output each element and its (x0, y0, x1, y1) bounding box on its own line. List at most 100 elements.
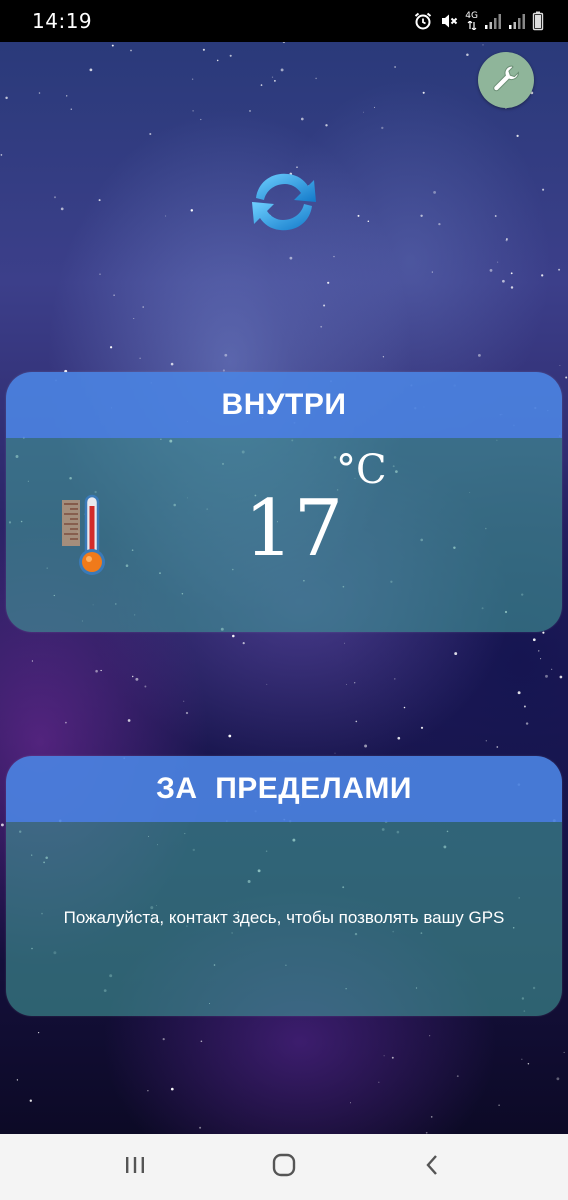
star (558, 268, 561, 271)
star (0, 154, 3, 156)
star (545, 674, 548, 678)
status-icons: 4G (413, 11, 544, 31)
back-icon (421, 1153, 445, 1182)
star (556, 1077, 560, 1081)
mute-icon (439, 11, 459, 31)
star (541, 274, 544, 277)
outside-card[interactable]: ЗА ПРЕДЕЛАМИ Пожалуйста, контакт здесь, … (6, 756, 562, 1016)
star (280, 68, 284, 72)
star (131, 675, 134, 678)
star (357, 214, 360, 217)
star (542, 188, 545, 191)
star (525, 722, 529, 725)
star (135, 677, 139, 681)
star (482, 44, 484, 46)
back-button[interactable] (403, 1137, 463, 1197)
star (325, 124, 328, 127)
star (199, 1126, 202, 1129)
star (127, 719, 131, 722)
star (170, 362, 174, 366)
star (170, 1087, 174, 1091)
star (192, 110, 194, 112)
star (162, 1038, 165, 1041)
star (496, 746, 499, 748)
star (363, 111, 364, 113)
star (16, 1079, 19, 1081)
outside-card-title: ЗА ПРЕДЕЛАМИ (156, 772, 412, 805)
network-4g-icon: 4G (465, 12, 478, 30)
home-icon (271, 1152, 297, 1183)
star (266, 683, 268, 685)
alarm-icon (413, 11, 433, 31)
refresh-icon (246, 173, 322, 244)
star (66, 95, 68, 97)
star (232, 634, 235, 638)
star (510, 286, 514, 289)
star (494, 215, 497, 217)
star (521, 1058, 523, 1060)
star (433, 191, 436, 194)
star (430, 1116, 433, 1118)
star (394, 678, 396, 680)
star (422, 91, 425, 94)
star (271, 76, 274, 78)
star (200, 118, 202, 121)
home-button[interactable] (254, 1137, 314, 1197)
star (144, 685, 147, 688)
star (532, 638, 536, 642)
star (420, 214, 423, 217)
gps-permission-message[interactable]: Пожалуйста, контакт здесь, чтобы позволя… (6, 908, 562, 928)
star (559, 365, 561, 367)
star (559, 675, 563, 679)
star (391, 1056, 394, 1059)
star (216, 59, 219, 62)
star (65, 721, 67, 724)
star (344, 642, 345, 644)
star (354, 682, 356, 684)
star (190, 209, 194, 212)
network-label: 4G (465, 11, 478, 21)
star (289, 256, 293, 260)
star (89, 68, 93, 72)
star (31, 660, 33, 662)
star (397, 736, 401, 740)
star (60, 207, 64, 211)
star (95, 669, 98, 673)
star (0, 823, 4, 827)
signal-icon-2 (508, 12, 526, 30)
star (29, 1099, 32, 1102)
refresh-button[interactable] (246, 164, 322, 240)
star (320, 325, 323, 328)
star (551, 668, 553, 670)
wrench-icon (489, 61, 523, 100)
star (98, 199, 101, 202)
star (99, 273, 101, 275)
star (516, 134, 519, 138)
star (485, 740, 487, 742)
status-bar: 14:19 4G (0, 0, 568, 42)
star (147, 1090, 149, 1092)
star (538, 650, 540, 652)
star (420, 726, 424, 729)
outside-card-body[interactable]: Пожалуйста, контакт здесь, чтобы позволя… (6, 822, 562, 1016)
star (431, 271, 433, 273)
star (383, 1055, 385, 1057)
star (498, 1104, 500, 1106)
star (333, 255, 335, 258)
outside-card-header: ЗА ПРЕДЕЛАМИ (6, 756, 562, 822)
inside-card: ВНУТРИ 17 °C (6, 372, 562, 632)
star (517, 691, 521, 695)
star (315, 77, 317, 80)
star (111, 44, 114, 47)
star (165, 215, 167, 217)
star (378, 1081, 380, 1083)
star (5, 96, 8, 100)
star (282, 42, 286, 44)
thermometer-icon (60, 494, 114, 578)
star (489, 268, 493, 272)
star (113, 294, 115, 296)
inside-temperature-value: 17 (244, 484, 344, 574)
recent-apps-button[interactable] (105, 1137, 165, 1197)
settings-button[interactable] (478, 52, 534, 108)
inside-card-title: ВНУТРИ (221, 388, 347, 421)
